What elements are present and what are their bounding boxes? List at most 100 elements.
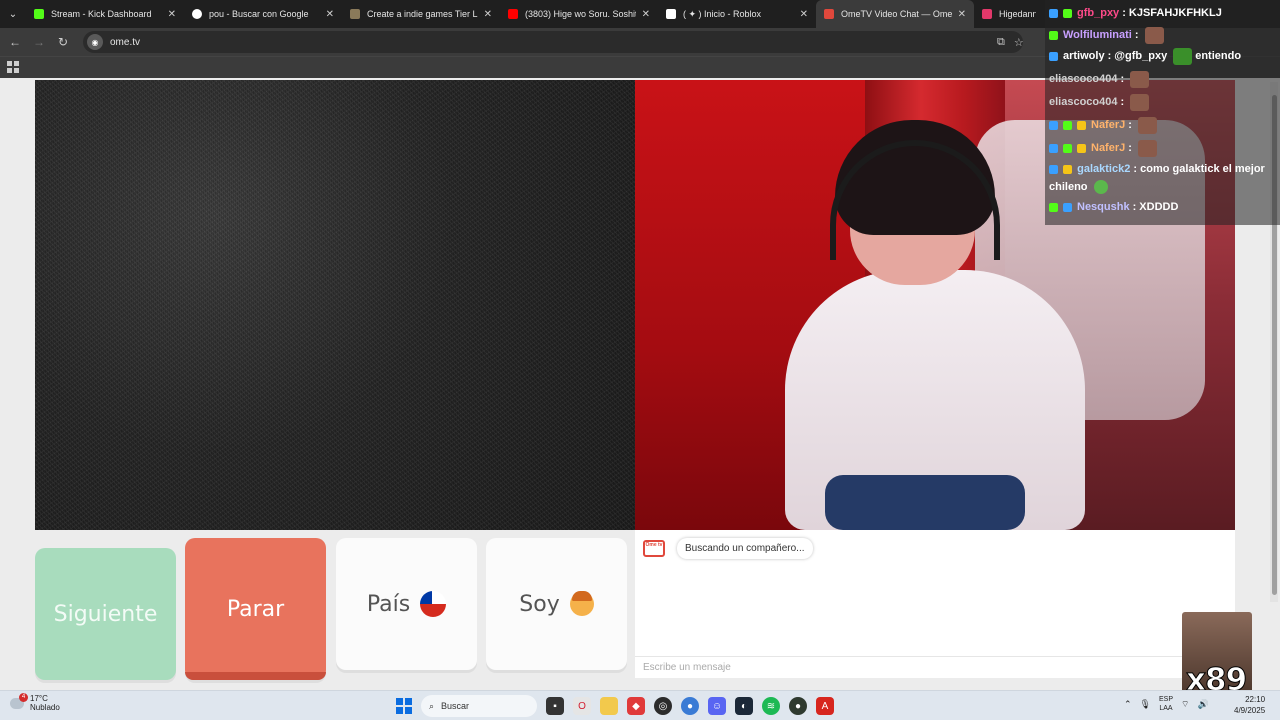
tab-label: ( ✦ ) Inicio - Roblox: [683, 8, 762, 19]
chat-username: gfb_pxy: [1077, 7, 1120, 19]
notification-badge: 4: [19, 692, 28, 702]
taskbar-search[interactable]: ⌕ Buscar: [421, 695, 537, 717]
emote-icon: [1130, 71, 1150, 88]
install-app-icon[interactable]: ⧉: [997, 36, 1005, 49]
microphone-icon[interactable]: 🎙: [1140, 699, 1151, 710]
person-jeans: [825, 475, 1025, 530]
tab-youtube[interactable]: (3803) Hige wo Soru. Soshite Jo ✕: [500, 0, 658, 28]
chrome-icon[interactable]: ●: [681, 697, 699, 715]
chevron-up-icon[interactable]: ⌃: [1124, 699, 1132, 710]
tab-higedannsyak[interactable]: Higedannsyak: [974, 0, 1044, 28]
apps-grid-icon[interactable]: [7, 61, 19, 73]
site-info-icon[interactable]: ◉: [87, 34, 103, 50]
stream-chat-overlay: gfb_pxy : KJSFAHJKFHKLJ Wolfiluminati : …: [1045, 0, 1280, 225]
emote-icon: [1173, 48, 1193, 65]
verified-badge-icon: [1049, 121, 1058, 130]
tab-kick-dashboard[interactable]: Stream - Kick Dashboard ✕: [26, 0, 184, 28]
acrobat-icon[interactable]: A: [816, 697, 834, 715]
app-green-icon[interactable]: ●: [789, 697, 807, 715]
search-icon: ⌕: [429, 700, 435, 711]
gender-button[interactable]: Soy: [486, 538, 627, 670]
close-icon[interactable]: ✕: [326, 9, 334, 20]
gifter-badge-icon: [1077, 121, 1086, 130]
app-red-icon[interactable]: ◆: [627, 697, 645, 715]
chat-message: NaferJ :: [1049, 137, 1276, 160]
sub-badge-icon: [1049, 30, 1058, 40]
ometv-logo: Ome tv: [643, 540, 665, 557]
chat-message: gfb_pxy : KJSFAHJKFHKLJ: [1049, 2, 1276, 25]
chat-username: NaferJ: [1091, 142, 1126, 154]
language-indicator[interactable]: ESP LAA: [1159, 695, 1173, 713]
chat-message: eliascoco404 :: [1049, 91, 1276, 114]
spotify-icon[interactable]: ≋: [762, 697, 780, 715]
chat-text: entiendo: [1195, 50, 1242, 62]
tab-tier-list[interactable]: Create a indie games Tier List - ✕: [342, 0, 500, 28]
chat-text: : KJSFAHJKFHKLJ: [1122, 7, 1222, 19]
discord-icon[interactable]: ☺: [708, 697, 726, 715]
emote-icon: [1093, 180, 1108, 195]
next-button[interactable]: Siguiente: [35, 548, 176, 680]
weather-widget[interactable]: 4 17°C Nublado: [10, 692, 60, 712]
url-text: ome.tv: [110, 36, 141, 48]
weather-temp: 17°C: [30, 694, 48, 703]
tab-search-icon[interactable]: ⌄: [0, 0, 26, 28]
chat-message: Nesqushk : XDDDD: [1049, 196, 1276, 219]
windows-taskbar: 4 17°C Nublado ⌕ Buscar ▪ O ◆ ◎ ● ☺ ◐ ≋ …: [0, 690, 1280, 720]
volume-icon[interactable]: 🔊: [1197, 699, 1208, 710]
verified-badge-icon: [1049, 144, 1058, 153]
chat-text: :: [1134, 29, 1139, 41]
wifi-icon[interactable]: ⌔: [1181, 699, 1189, 710]
tab-label: Higedannsyak: [999, 9, 1036, 19]
lang-layout: LAA: [1159, 705, 1173, 712]
tab-label: pou - Buscar con Google: [209, 9, 309, 19]
tab-label: (3803) Hige wo Soru. Soshite Jo: [525, 9, 636, 19]
close-icon[interactable]: ✕: [958, 9, 966, 20]
country-button[interactable]: País: [336, 538, 477, 670]
steam-icon[interactable]: ◐: [735, 697, 753, 715]
windows-start-icon[interactable]: [396, 698, 412, 714]
chat-username: Wolfiluminati: [1063, 29, 1132, 41]
tab-label: OmeTV Video Chat — Ome: [841, 9, 952, 19]
back-icon[interactable]: ←: [3, 28, 27, 56]
file-explorer-icon[interactable]: [600, 697, 618, 715]
reload-icon[interactable]: ↻: [51, 28, 75, 56]
youtube-icon: [508, 9, 518, 19]
chat-username: Nesqushk: [1077, 201, 1130, 213]
chat-username: eliascoco404: [1049, 73, 1118, 85]
bookmark-star-icon[interactable]: ☆: [1014, 36, 1024, 49]
gifter-badge-icon: [1077, 144, 1086, 153]
sub-badge-icon: [1063, 144, 1072, 153]
url-input[interactable]: ◉ ome.tv: [83, 31, 1023, 53]
forward-icon[interactable]: →: [27, 28, 51, 56]
message-input[interactable]: Escribe un mensaje: [635, 656, 1235, 678]
chat-message: Wolfiluminati :: [1049, 25, 1276, 45]
chat-username: artiwoly: [1063, 50, 1105, 62]
close-icon[interactable]: ✕: [484, 9, 492, 20]
sub-badge-icon: [1049, 203, 1058, 212]
roblox-icon: [666, 9, 676, 19]
close-icon[interactable]: ✕: [168, 9, 176, 20]
chat-message: artiwoly : @gfb_pxy entiendo: [1049, 45, 1276, 68]
chat-username: NaferJ: [1091, 119, 1126, 131]
tab-roblox[interactable]: ( ✦ ) Inicio - Roblox ✕: [658, 0, 816, 28]
tab-ometv[interactable]: OmeTV Video Chat — Ome ✕: [816, 0, 974, 28]
gender-label: Soy: [519, 591, 560, 617]
lang-code: ESP: [1158, 696, 1173, 703]
xbox-icon[interactable]: ◎: [654, 697, 672, 715]
weather-desc: Nublado: [30, 703, 60, 712]
address-bar-actions: ⧉ ☆: [997, 28, 1024, 56]
stop-button[interactable]: Parar: [185, 538, 326, 680]
task-view-icon[interactable]: ▪: [546, 697, 564, 715]
close-icon[interactable]: ✕: [642, 9, 650, 20]
clock[interactable]: 22:10 4/9/2025: [1234, 694, 1265, 716]
emote-icon: [1137, 117, 1157, 134]
close-icon[interactable]: ✕: [800, 9, 808, 20]
boy-emoji-icon: [569, 591, 594, 616]
tab-label: Stream - Kick Dashboard: [51, 9, 152, 19]
text-chat-panel: Ome tv Buscando un compañero... Escribe …: [635, 530, 1235, 678]
chat-message: NaferJ :: [1049, 114, 1276, 137]
tab-google-search[interactable]: pou - Buscar con Google ✕: [184, 0, 342, 28]
search-label: Buscar: [441, 701, 470, 711]
opera-icon[interactable]: O: [573, 697, 591, 715]
taskbar-apps: ⌕ Buscar ▪ O ◆ ◎ ● ☺ ◐ ≋ ● A: [396, 694, 834, 718]
